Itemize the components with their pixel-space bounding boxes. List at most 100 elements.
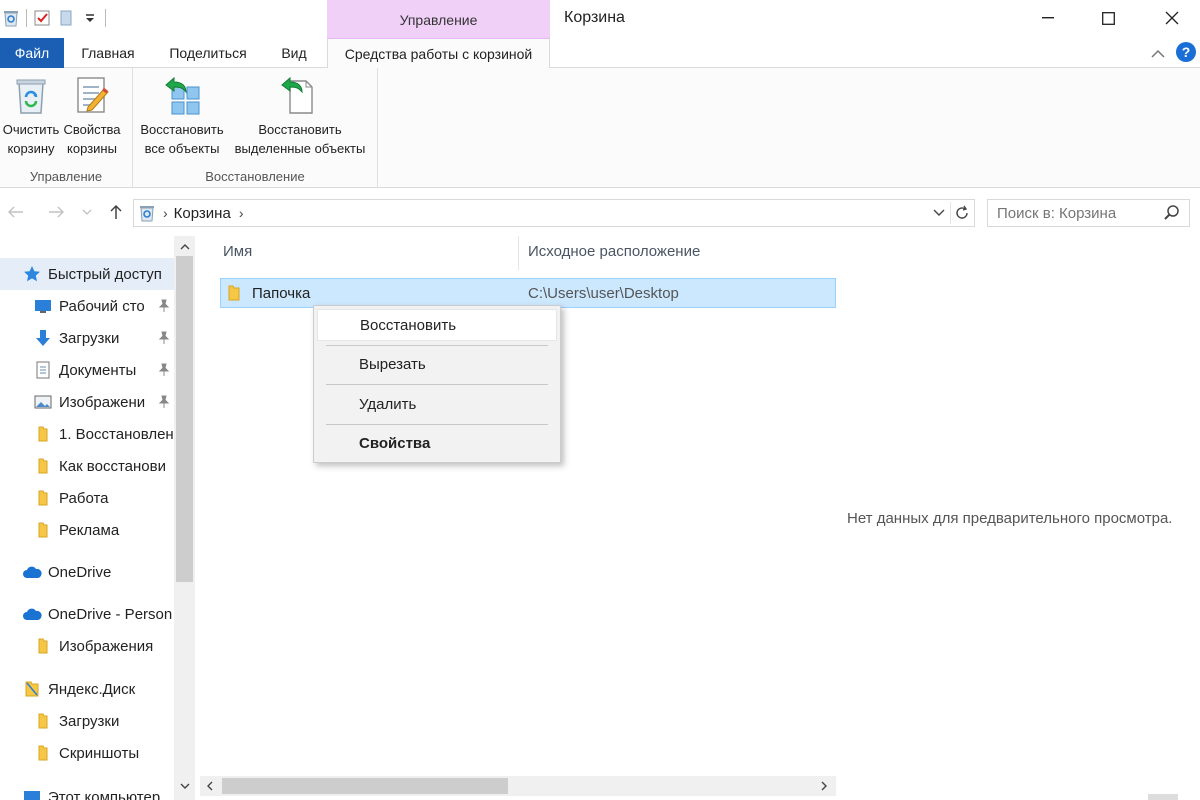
chevron-down-icon — [82, 209, 92, 215]
address-dropdown-button[interactable] — [930, 203, 948, 223]
chevron-down-icon — [933, 209, 945, 216]
empty-recycle-bin-label-2: корзину — [7, 141, 55, 156]
menu-item-restore[interactable]: Восстановить — [317, 309, 557, 341]
minimize-button[interactable] — [1025, 0, 1071, 36]
search-input[interactable] — [997, 204, 1157, 222]
tab-view[interactable]: Вид — [272, 38, 316, 68]
nav-label: Рабочий сто — [59, 297, 145, 315]
view-toggle[interactable] — [1148, 794, 1178, 800]
nav-folder[interactable]: Загрузки — [0, 705, 174, 737]
contextual-group-label: Управление — [399, 12, 478, 28]
tab-home[interactable]: Главная — [72, 38, 144, 68]
breadcrumb-recycle-bin[interactable]: Корзина — [174, 205, 231, 222]
pin-icon[interactable] — [158, 395, 170, 413]
scrollbar-thumb[interactable] — [176, 256, 193, 582]
tab-file[interactable]: Файл — [0, 38, 64, 68]
nav-downloads[interactable]: Загрузки — [0, 322, 174, 354]
customize-toolbar-dropdown-icon[interactable] — [81, 9, 99, 27]
recycle-bin-properties-button[interactable]: Свойства корзины — [61, 74, 123, 158]
document-icon — [33, 360, 53, 380]
properties-icon — [72, 74, 112, 116]
breadcrumb-chevron-icon[interactable]: › — [239, 205, 244, 221]
breadcrumb-chevron-icon[interactable]: › — [163, 205, 168, 221]
nav-folder[interactable]: Работа — [0, 482, 174, 514]
nav-folder[interactable]: Скриншоты — [0, 737, 174, 769]
nav-desktop[interactable]: Рабочий сто — [0, 290, 174, 322]
horizontal-scrollbar[interactable] — [200, 776, 836, 796]
folder-icon — [33, 456, 53, 476]
scroll-left-icon[interactable] — [200, 776, 220, 796]
download-arrow-icon — [33, 328, 53, 348]
group-label-manage: Управление — [29, 169, 103, 184]
nav-label: Как восстанови — [59, 457, 166, 475]
new-folder-icon[interactable] — [57, 9, 75, 27]
menu-item-cut[interactable]: Вырезать — [317, 349, 557, 381]
empty-recycle-bin-button[interactable]: Очистить корзину — [0, 74, 62, 158]
search-box[interactable] — [987, 199, 1190, 227]
group-label-restore: Восстановление — [205, 169, 305, 184]
refresh-icon — [955, 205, 968, 219]
navigation-scrollbar[interactable] — [174, 236, 195, 800]
nav-label: Изображени — [59, 393, 146, 411]
pin-icon[interactable] — [158, 331, 170, 349]
folder-icon — [33, 520, 53, 540]
scroll-right-icon[interactable] — [814, 776, 834, 796]
pin-icon[interactable] — [158, 363, 170, 381]
recent-locations-button[interactable] — [78, 200, 96, 224]
column-divider[interactable] — [518, 236, 519, 270]
help-icon[interactable]: ? — [1175, 41, 1197, 66]
menu-item-delete[interactable]: Удалить — [317, 389, 557, 421]
close-button[interactable] — [1149, 0, 1195, 36]
nav-label: Яндекс.Диск — [48, 680, 136, 698]
nav-this-pc[interactable]: Этот компьютер — [0, 781, 174, 800]
scroll-down-icon[interactable] — [174, 777, 195, 795]
restore-all-icon — [162, 74, 202, 116]
table-row[interactable]: Папочка C:\Users\user\Desktop — [220, 278, 836, 308]
nav-label: Работа — [59, 489, 109, 507]
folder-icon — [33, 424, 53, 444]
ribbon-group-restore: Восстановить все объекты Восстановить вы… — [133, 68, 378, 188]
title-bar: Управление Корзина — [0, 0, 1200, 38]
nav-folder[interactable]: Изображения — [0, 630, 174, 662]
pin-icon[interactable] — [158, 299, 170, 317]
tab-share[interactable]: Поделиться — [160, 38, 256, 68]
navigation-pane: Быстрый доступ Рабочий сто Загрузки Доку… — [0, 236, 196, 800]
nav-yandex-disk[interactable]: Яндекс.Диск — [0, 673, 174, 705]
folder-icon — [33, 743, 53, 763]
scrollbar-thumb[interactable] — [222, 778, 508, 794]
collapse-ribbon-icon[interactable] — [1151, 46, 1165, 62]
up-button[interactable] — [104, 200, 128, 224]
restore-selected-button[interactable]: Восстановить выделенные объекты — [229, 74, 371, 158]
menu-item-properties[interactable]: Свойства — [317, 428, 557, 460]
nav-pictures[interactable]: Изображени — [0, 386, 174, 418]
ribbon-controls: ? — [1151, 41, 1200, 66]
desktop-icon — [33, 296, 53, 316]
file-name: Папочка — [252, 285, 311, 302]
column-header-name[interactable]: Имя — [223, 243, 252, 260]
refresh-button[interactable] — [950, 202, 972, 224]
nav-onedrive-personal[interactable]: OneDrive - Person — [0, 598, 174, 630]
forward-button[interactable] — [44, 200, 68, 224]
column-header-original-location[interactable]: Исходное расположение — [528, 243, 700, 260]
search-icon[interactable] — [1163, 204, 1181, 225]
scroll-up-icon[interactable] — [174, 238, 195, 256]
recycle-bin-icon[interactable] — [2, 9, 20, 27]
nav-documents[interactable]: Документы — [0, 354, 174, 386]
restore-selected-label-1: Восстановить — [258, 122, 342, 137]
nav-folder[interactable]: 1. Восстановлен — [0, 418, 174, 450]
nav-folder[interactable]: Как восстанови — [0, 450, 174, 482]
nav-onedrive[interactable]: OneDrive — [0, 556, 174, 588]
restore-all-button[interactable]: Восстановить все объекты — [135, 74, 229, 158]
address-box[interactable]: › Корзина › — [133, 199, 975, 227]
back-button[interactable] — [4, 200, 28, 224]
tab-recycle-bin-tools[interactable]: Средства работы с корзиной — [327, 38, 550, 69]
properties-check-icon[interactable] — [33, 9, 51, 27]
nav-quick-access[interactable]: Быстрый доступ — [0, 258, 174, 290]
up-arrow-icon — [110, 204, 122, 219]
nav-folder[interactable]: Реклама — [0, 514, 174, 546]
nav-label: Изображения — [59, 637, 154, 655]
recycle-bin-properties-label-1: Свойства — [63, 122, 121, 137]
maximize-button[interactable] — [1085, 0, 1131, 36]
restore-selected-label-2: выделенные объекты — [234, 141, 366, 156]
menu-separator — [326, 384, 548, 385]
